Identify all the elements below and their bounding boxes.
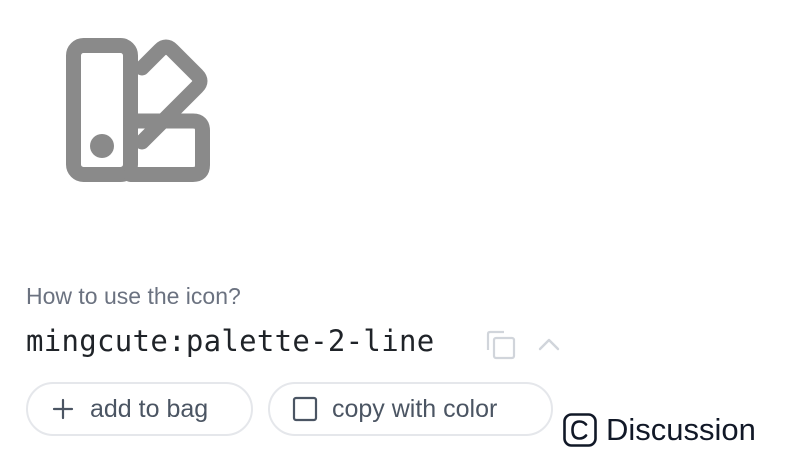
- add-to-bag-button[interactable]: add to bag: [26, 382, 253, 436]
- discussion-label: Discussion: [606, 412, 756, 447]
- add-to-bag-label: add to bag: [90, 394, 209, 423]
- copy-with-color-toggle[interactable]: copy with color: [268, 382, 553, 436]
- copy-with-color-label: copy with color: [332, 394, 498, 423]
- checkbox-icon[interactable]: [292, 396, 318, 422]
- palette-2-line-icon: [66, 38, 210, 182]
- icon-name-code: mingcute:palette-2-line: [26, 324, 435, 358]
- usage-heading: How to use the icon?: [26, 283, 241, 309]
- chevron-up-icon[interactable]: [535, 331, 563, 359]
- plus-icon: [52, 398, 74, 420]
- discussion-link[interactable]: Discussion: [562, 412, 756, 448]
- c-square-icon: [563, 413, 597, 447]
- copy-icon[interactable]: [484, 328, 518, 362]
